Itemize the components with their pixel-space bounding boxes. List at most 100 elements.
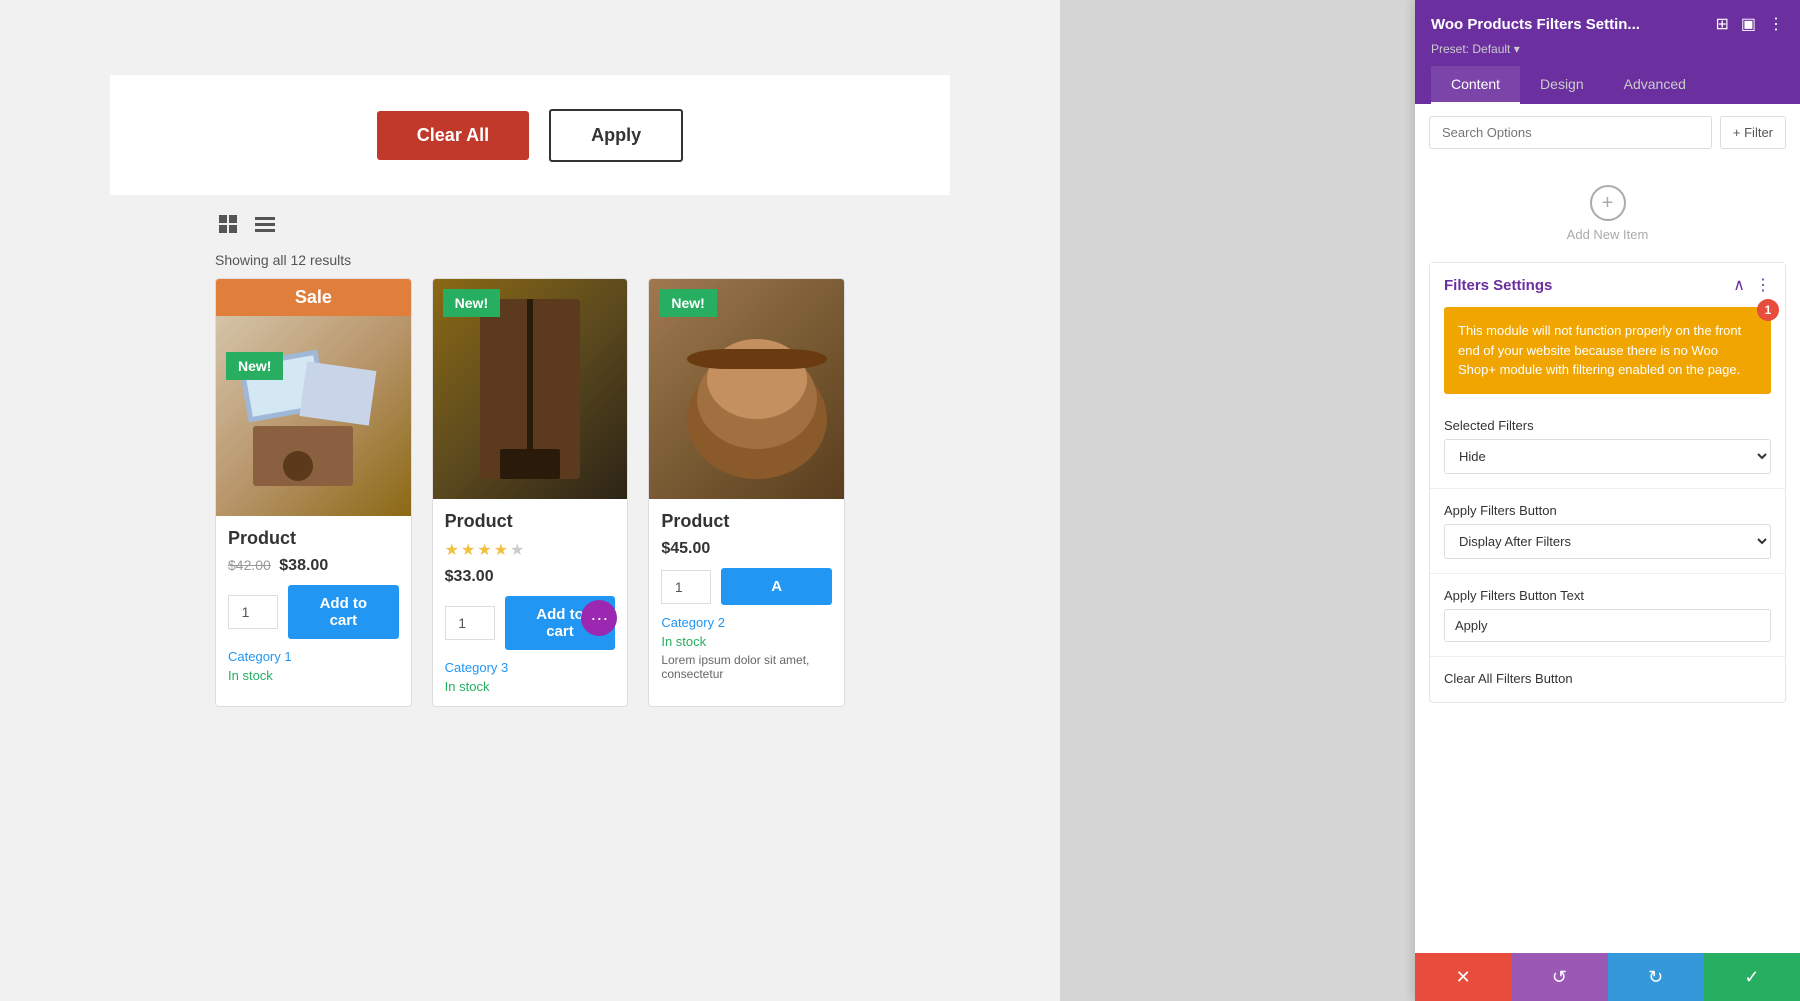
product-title: Product <box>228 528 399 549</box>
more-icon[interactable]: ⋮ <box>1755 275 1771 295</box>
add-filter-button[interactable]: + Filter <box>1720 116 1786 149</box>
bottom-toolbar: ✕ ↺ ↻ ✓ <box>1415 953 1800 1001</box>
toolbar-save-button[interactable]: ✓ <box>1704 953 1800 1001</box>
toolbar-close-button[interactable]: ✕ <box>1415 953 1511 1001</box>
warning-badge: 1 <box>1757 299 1779 321</box>
apply-button-text-row: Apply Filters Button Text <box>1430 578 1785 652</box>
undo-icon: ↺ <box>1552 967 1567 988</box>
apply-filters-select[interactable]: Display After Filters Display Before Fil… <box>1444 524 1771 559</box>
product-price: $33.00 <box>445 568 616 586</box>
panel-body: + Filter + Add New Item Filters Settings… <box>1415 104 1800 731</box>
grid-icon <box>219 215 239 235</box>
product-info: Product $42.00 $38.00 Add to cart Catego… <box>216 516 411 695</box>
tab-advanced[interactable]: Advanced <box>1604 66 1706 104</box>
product-stock: In stock <box>445 679 616 694</box>
filters-settings-header: Filters Settings ∧ ⋮ <box>1430 263 1785 307</box>
product-actions: A <box>661 568 832 605</box>
price-sale: $38.00 <box>279 557 328 574</box>
price: $45.00 <box>661 540 710 557</box>
filter-bar: Clear All Apply <box>110 75 950 195</box>
product-info: Product $45.00 A Category 2 In stock Lor… <box>649 499 844 693</box>
selected-filters-label: Selected Filters <box>1444 418 1771 433</box>
collapse-icon[interactable]: ∧ <box>1733 275 1745 295</box>
apply-button[interactable]: Apply <box>549 109 683 162</box>
toolbar-redo-button[interactable]: ↻ <box>1608 953 1704 1001</box>
product-actions: Add to cart <box>228 585 399 639</box>
product-image-2: New! <box>433 279 628 499</box>
divider <box>1430 573 1785 574</box>
product-stock: In stock <box>228 668 399 683</box>
tab-design[interactable]: Design <box>1520 66 1604 104</box>
product-card: Sale New! Product $42.00 $38.00 <box>215 278 412 707</box>
side-background <box>1060 0 1415 1001</box>
apply-filters-label: Apply Filters Button <box>1444 503 1771 518</box>
star-3: ★ <box>477 540 491 560</box>
apply-button-text-input[interactable] <box>1444 609 1771 642</box>
search-options-input[interactable] <box>1429 116 1712 149</box>
product-title: Product <box>445 511 616 532</box>
product-card: New! Product $45.00 A Category 2 <box>648 278 845 707</box>
new-badge: New! <box>443 289 500 317</box>
right-panel: Woo Products Filters Settin... ⊞ ▣ ⋮ Pre… <box>1415 0 1800 1001</box>
warning-text: This module will not function properly o… <box>1458 323 1741 377</box>
list-icon <box>255 215 275 235</box>
panel-title-row: Woo Products Filters Settin... ⊞ ▣ ⋮ <box>1431 14 1784 34</box>
star-1: ★ <box>445 540 459 560</box>
product-price: $42.00 $38.00 <box>228 557 399 575</box>
product-category[interactable]: Category 1 <box>228 649 399 664</box>
close-icon: ✕ <box>1456 967 1471 988</box>
warning-box: This module will not function properly o… <box>1444 307 1771 394</box>
selected-filters-row: Selected Filters Hide Show <box>1430 408 1785 484</box>
panel-title-icons: ⊞ ▣ ⋮ <box>1715 14 1784 34</box>
product-image-3: New! <box>649 279 844 499</box>
star-2: ★ <box>461 540 475 560</box>
divider <box>1430 488 1785 489</box>
save-icon: ✓ <box>1744 967 1759 988</box>
add-new-label: Add New Item <box>1567 227 1649 242</box>
divider <box>1430 656 1785 657</box>
products-grid: Sale New! Product $42.00 $38.00 <box>0 278 1060 707</box>
layout-icon[interactable]: ▣ <box>1741 14 1756 34</box>
panel-tabs: Content Design Advanced <box>1431 66 1784 104</box>
product-card: New! Product ★ ★ ★ ★ ★ $33.00 <box>432 278 629 707</box>
more-icon[interactable]: ⋮ <box>1768 14 1784 34</box>
add-to-cart-button[interactable]: A <box>721 568 832 605</box>
list-view-button[interactable] <box>251 211 279 244</box>
settings-icon[interactable]: ⊞ <box>1715 14 1728 34</box>
tab-content[interactable]: Content <box>1431 66 1520 104</box>
apply-button-text-label: Apply Filters Button Text <box>1444 588 1771 603</box>
toolbar-undo-button[interactable]: ↺ <box>1511 953 1607 1001</box>
product-image-1: New! <box>216 316 411 516</box>
product-photo <box>657 289 837 489</box>
showing-results-text: Showing all 12 results <box>0 252 1060 278</box>
quantity-input[interactable] <box>228 595 278 629</box>
panel-title: Woo Products Filters Settin... <box>1431 16 1640 33</box>
redo-icon: ↻ <box>1648 967 1663 988</box>
clear-all-filters-row: Clear All Filters Button <box>1430 661 1785 702</box>
panel-preset[interactable]: Preset: Default ▾ <box>1431 42 1784 56</box>
price: $33.00 <box>445 568 494 585</box>
product-rating: ★ ★ ★ ★ ★ <box>445 540 616 560</box>
add-to-cart-button[interactable]: Add to cart <box>288 585 399 639</box>
clear-all-button[interactable]: Clear All <box>377 111 529 160</box>
price-original: $42.00 <box>228 557 271 573</box>
add-new-item[interactable]: + Add New Item <box>1429 165 1786 262</box>
panel-header: Woo Products Filters Settin... ⊞ ▣ ⋮ Pre… <box>1415 0 1800 104</box>
product-category[interactable]: Category 2 <box>661 615 832 630</box>
clear-all-filters-label: Clear All Filters Button <box>1444 671 1771 686</box>
product-photo <box>440 289 620 489</box>
star-4: ★ <box>494 540 508 560</box>
product-category[interactable]: Category 3 <box>445 660 616 675</box>
selected-filters-select[interactable]: Hide Show <box>1444 439 1771 474</box>
new-badge: New! <box>659 289 716 317</box>
filters-settings-title: Filters Settings <box>1444 277 1552 294</box>
sale-badge: Sale <box>216 279 411 316</box>
grid-view-button[interactable] <box>215 211 243 244</box>
quantity-input[interactable] <box>445 606 495 640</box>
main-content: Clear All Apply Showing all 12 results S… <box>0 0 1060 1001</box>
add-icon: + <box>1590 185 1626 221</box>
filters-settings-icons: ∧ ⋮ <box>1733 275 1771 295</box>
quantity-input[interactable] <box>661 570 711 604</box>
search-filter-row: + Filter <box>1429 116 1786 149</box>
product-title: Product <box>661 511 832 532</box>
